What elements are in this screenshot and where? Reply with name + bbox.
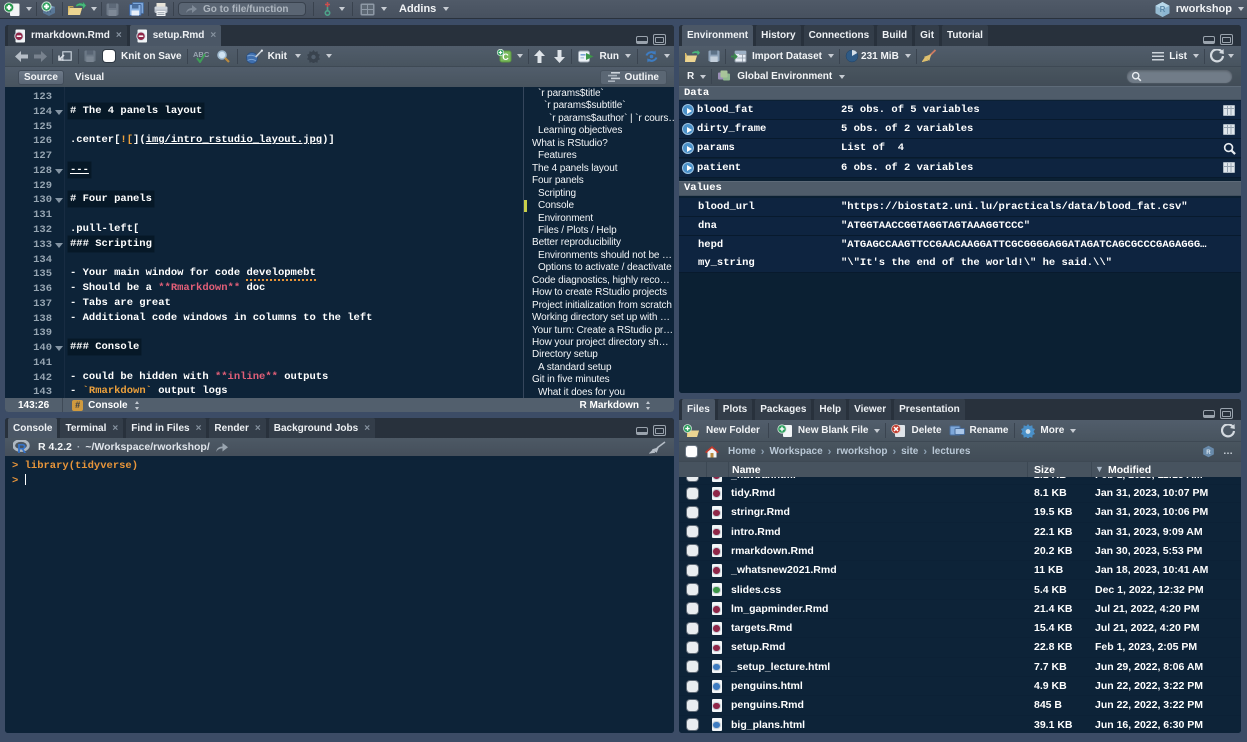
svg-text:R: R: [1206, 449, 1211, 456]
svg-text:R: R: [1159, 5, 1165, 14]
svg-text:ABC: ABC: [193, 50, 210, 59]
svg-text:R: R: [17, 442, 26, 454]
